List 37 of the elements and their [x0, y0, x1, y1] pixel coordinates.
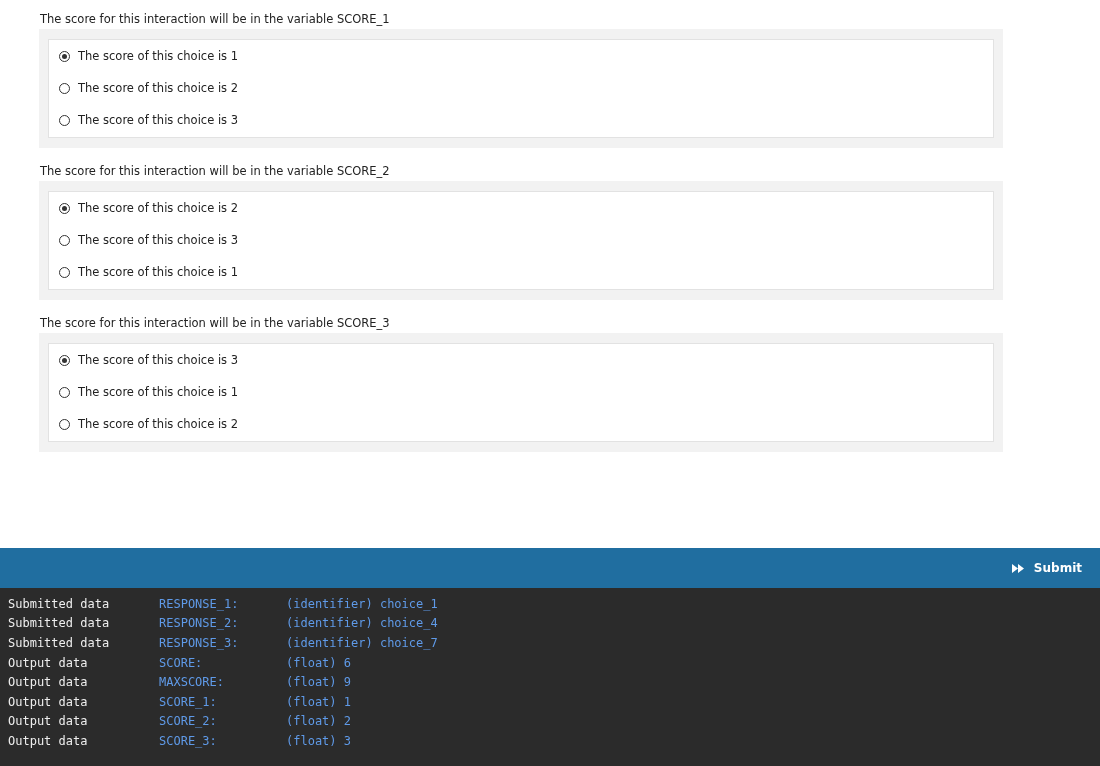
variable-name: MAXSCORE:	[159, 675, 226, 690]
choice-label[interactable]: The score of this choice is 3	[78, 113, 239, 127]
choice-label[interactable]: The score of this choice is 2	[78, 201, 239, 215]
console-label: Submitted data	[8, 616, 111, 631]
variable-value: (identifier) choice_7	[286, 636, 438, 650]
interaction-prompt: The score for this interaction will be in the variable SCORE_3	[39, 315, 391, 332]
console-label: Submitted data	[8, 596, 111, 611]
choice-label[interactable]: The score of this choice is 2	[78, 417, 239, 431]
variable-value: (float) 2	[286, 714, 352, 729]
console-label: Submitted data	[8, 636, 111, 650]
variable-name: RESPONSE_2:	[159, 616, 240, 631]
variable-name: SCORE:	[159, 655, 204, 670]
console-label: Output data	[8, 714, 89, 729]
interaction-prompt: The score for this interaction will be in the variable SCORE_2	[39, 163, 391, 180]
choice-label[interactable]: The score of this choice is 2	[78, 81, 239, 95]
choice-label[interactable]: The score of this choice is 1	[78, 265, 239, 279]
variable-value: (float) 1	[286, 694, 352, 709]
console-label: Output data	[8, 694, 89, 709]
choice-label[interactable]: The score of this choice is 1	[78, 49, 239, 63]
variable-name: RESPONSE_3:	[159, 636, 240, 650]
variable-name: RESPONSE_1:	[159, 596, 240, 611]
variable-name: SCORE_3:	[159, 733, 218, 748]
variable-name: SCORE_1:	[159, 694, 218, 709]
variable-value: (identifier) choice_1	[286, 596, 438, 611]
variable-value: (float) 3	[286, 733, 352, 748]
fast-forward-icon	[1011, 563, 1024, 573]
console-label: Output data	[8, 733, 89, 748]
variable-value: (float) 6	[286, 655, 352, 670]
choice-label[interactable]: The score of this choice is 1	[78, 385, 239, 399]
interaction-prompt: The score for this interaction will be in the variable SCORE_1	[39, 11, 391, 28]
choice-label[interactable]: The score of this choice is 3	[78, 353, 239, 367]
console-label: Output data	[8, 655, 89, 670]
variable-value: (float) 9	[286, 675, 352, 690]
variable-value: (identifier) choice_4	[286, 616, 438, 631]
variable-name: SCORE_2:	[159, 714, 218, 729]
choice-label[interactable]: The score of this choice is 3	[78, 233, 239, 247]
console-label: Output data	[8, 675, 89, 690]
